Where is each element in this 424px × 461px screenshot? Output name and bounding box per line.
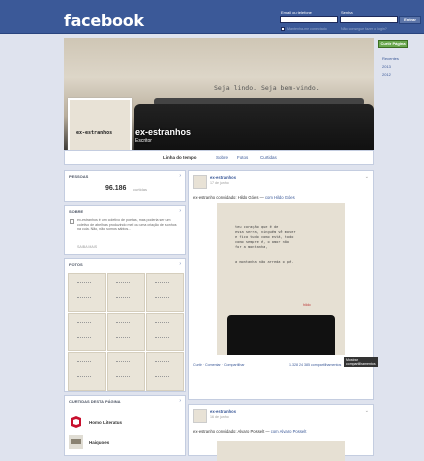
liked-page-item[interactable]: Haiquoes (69, 435, 183, 451)
photo-thumbnail[interactable] (107, 352, 145, 391)
avatar[interactable] (193, 175, 207, 189)
chevron-right-icon[interactable]: › (179, 208, 181, 214)
like-page-button[interactable]: Curtir Página (378, 40, 408, 48)
post-message-prefix: ex-estranho convidado: Hildo Góes — (193, 195, 265, 200)
liked-pages-box: CURTIDAS DESTA PÁGINA › Homo Literatus H… (64, 395, 186, 456)
photos-heading[interactable]: FOTOS (69, 262, 83, 267)
photo-thumbnail[interactable] (68, 273, 106, 312)
people-box: PESSOAS › 96.186 curtidas (64, 170, 186, 202)
post-image[interactable] (217, 441, 345, 461)
post-message: ex-estranho convidado: Alvaro Posselt — … (193, 429, 306, 434)
document-icon (70, 219, 74, 224)
liked-page-name[interactable]: Haiquoes (89, 440, 109, 445)
year-recent[interactable]: Recentes (382, 56, 399, 61)
people-heading[interactable]: PESSOAS (69, 174, 88, 179)
forgot-link[interactable]: Não consegue fazer o login? (341, 27, 387, 31)
tab-likes[interactable]: Curtidas (260, 155, 277, 160)
post-author[interactable]: ex-estranhos (210, 175, 236, 180)
poem-signature: hildo (303, 303, 311, 307)
profile-picture[interactable]: ex-estranhos (68, 98, 132, 152)
post-author[interactable]: ex-estranhos (210, 409, 236, 414)
likes-count: 96.186 (105, 185, 127, 192)
likes-count-label: curtidas (133, 187, 148, 192)
avatar[interactable] (193, 409, 207, 423)
facebook-logo[interactable]: facebook (64, 11, 144, 30)
login-button[interactable]: Entrar (399, 16, 421, 24)
chevron-right-icon[interactable]: › (179, 261, 181, 267)
photo-thumbnail[interactable] (146, 312, 184, 352)
post-card: ex-estranhos 16 de junho ⌄ ex-estranho c… (188, 404, 374, 461)
cover-text: Seja lindo. Seja bem-vindo. (214, 84, 320, 92)
photos-box: FOTOS › (64, 258, 186, 392)
post-timestamp[interactable]: 17 de junho (210, 181, 229, 185)
photo-thumbnail[interactable] (146, 352, 184, 391)
post-timestamp[interactable]: 16 de junho (210, 415, 229, 419)
photo-thumbnail[interactable] (146, 273, 184, 312)
liked-page-item[interactable]: Homo Literatus (69, 415, 183, 431)
tab-about[interactable]: Sobre (216, 155, 228, 160)
page-name[interactable]: ex-estranhos (135, 127, 191, 137)
post-image[interactable]: teu coração que é de essa serra, ninguém… (217, 203, 345, 355)
post-message: ex-estranho convidado: Hildo Góes — com … (193, 195, 295, 200)
keep-connected-label: Mantenha-me conectado (287, 27, 327, 31)
keep-connected-checkbox[interactable] (281, 27, 285, 31)
poem-text: teu coração que é de essa serra, ninguém… (235, 225, 296, 264)
post-message-prefix: ex-estranho convidado: Alvaro Posselt — (193, 429, 271, 434)
chevron-down-icon[interactable]: ⌄ (365, 408, 369, 414)
page-tabs: Linha do tempo Sobre Fotos Curtidas (64, 150, 374, 165)
top-bar: facebook Email ou telefone Senha Entrar … (0, 0, 424, 34)
photos-grid (68, 273, 184, 391)
post-with-link[interactable]: com Alvaro Posselt (271, 429, 307, 434)
password-label: Senha (341, 10, 353, 15)
page-category: Escritor (135, 138, 152, 144)
chevron-right-icon[interactable]: › (179, 398, 181, 404)
post-actions[interactable]: Curtir · Comentar · Compartilhar (193, 363, 245, 367)
email-label: Email ou telefone (281, 10, 312, 15)
post-card: ex-estranhos 17 de junho ⌄ ex-estranho c… (188, 170, 378, 400)
year-2013[interactable]: 2013 (382, 64, 391, 69)
liked-pages-heading[interactable]: CURTIDAS DESTA PÁGINA (69, 399, 121, 404)
post-stats[interactable]: 1.328 24 385 compartilhamentos (289, 363, 341, 367)
year-2012[interactable]: 2012 (382, 72, 391, 77)
chevron-down-icon[interactable]: ⌄ (365, 174, 369, 180)
tab-timeline[interactable]: Linha do tempo (163, 155, 197, 160)
about-text: ex-estranhos é um coletivo de poetas, ma… (77, 218, 177, 232)
about-heading[interactable]: SOBRE (69, 209, 83, 214)
profile-picture-text: ex-estranhos (76, 130, 113, 136)
haiquoes-logo-icon (69, 435, 83, 449)
password-input[interactable] (340, 16, 398, 23)
about-more-link[interactable]: SAIBA MAIS (77, 245, 97, 249)
photo-thumbnail[interactable] (107, 273, 145, 312)
liked-page-name[interactable]: Homo Literatus (89, 420, 122, 425)
photo-thumbnail[interactable] (107, 312, 145, 352)
typewriter-graphic (227, 315, 335, 355)
post-with-link[interactable]: com Hildo Góes (265, 195, 295, 200)
about-box: SOBRE › ex-estranhos é um coletivo de po… (64, 205, 186, 255)
homo-literatus-logo-icon (69, 415, 83, 429)
tab-photos[interactable]: Fotos (237, 155, 248, 160)
share-tooltip: Mostrar compartilhamentos (344, 357, 378, 367)
chevron-right-icon[interactable]: › (179, 173, 181, 179)
email-input[interactable] (280, 16, 338, 23)
photo-thumbnail[interactable] (68, 352, 106, 391)
photo-thumbnail[interactable] (68, 312, 106, 352)
